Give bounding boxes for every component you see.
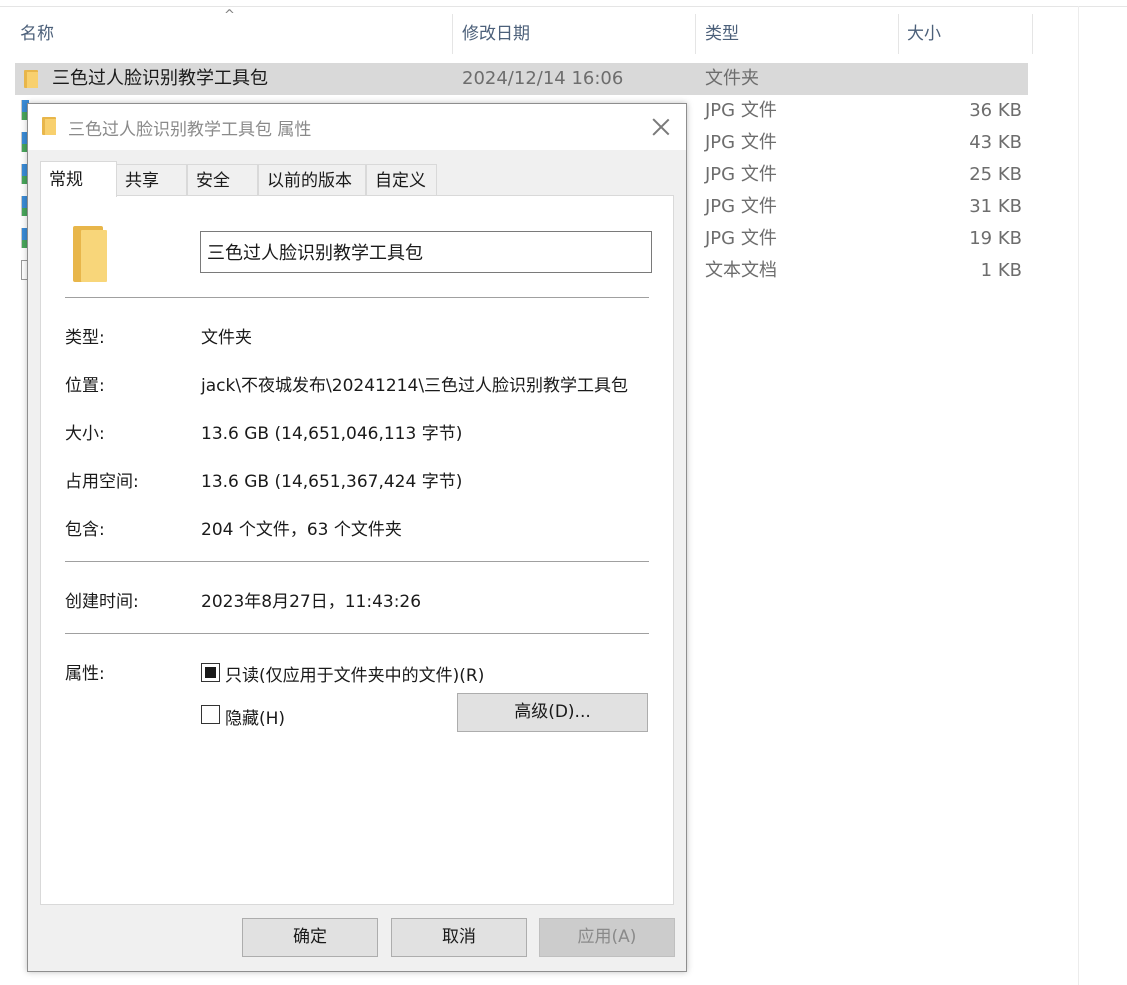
location-value: jack\不夜城发布\20241214\三色过人脸识别教学工具包 [201, 376, 629, 396]
properties-dialog: 三色过人脸识别教学工具包 属性 常规 共享 安全 以前的版本 自定义 类型: 文… [27, 103, 687, 972]
file-modified: 2024/12/14 16:06 [462, 68, 624, 89]
file-type: 文件夹 [705, 68, 759, 89]
file-type: JPG 文件 [705, 228, 777, 249]
apply-button[interactable]: 应用(A) [539, 918, 675, 957]
tab-customize[interactable]: 自定义 [366, 164, 437, 196]
hidden-checkbox[interactable] [201, 705, 220, 724]
contains-label: 包含: [65, 520, 105, 540]
folder-icon [42, 117, 56, 135]
disk-size-label: 占用空间: [65, 472, 139, 492]
cancel-button[interactable]: 取消 [391, 918, 527, 957]
file-size: 25 KB [969, 164, 1022, 185]
pane-divider [1078, 6, 1079, 985]
column-separator[interactable] [1032, 14, 1033, 54]
type-value: 文件夹 [201, 328, 252, 348]
top-border [0, 6, 1127, 7]
column-separator[interactable] [695, 14, 696, 54]
contains-value: 204 个文件，63 个文件夹 [201, 520, 402, 540]
file-size: 1 KB [980, 260, 1022, 281]
attributes-label: 属性: [65, 664, 105, 684]
close-icon[interactable] [648, 114, 674, 140]
column-header-size[interactable]: 大小 [907, 14, 941, 54]
location-label: 位置: [65, 376, 105, 396]
divider [65, 297, 649, 298]
divider [65, 633, 649, 634]
file-type: JPG 文件 [705, 164, 777, 185]
general-panel: 类型: 文件夹 位置: jack\不夜城发布\20241214\三色过人脸识别教… [40, 195, 674, 905]
type-label: 类型: [65, 328, 105, 348]
tab-security[interactable]: 安全 [187, 164, 258, 196]
file-name[interactable]: 三色过人脸识别教学工具包 [52, 63, 268, 95]
created-label: 创建时间: [65, 592, 139, 612]
folder-name-input[interactable] [200, 231, 652, 273]
file-size: 36 KB [969, 100, 1022, 121]
readonly-label[interactable]: 只读(仅应用于文件夹中的文件)(R) [225, 661, 484, 686]
column-separator[interactable] [452, 14, 453, 54]
tab-previous-versions[interactable]: 以前的版本 [258, 164, 366, 196]
size-value: 13.6 GB (14,651,046,113 字节) [201, 424, 463, 444]
folder-icon [73, 226, 109, 282]
title-bar[interactable]: 三色过人脸识别教学工具包 属性 [28, 104, 686, 150]
hidden-label[interactable]: 隐藏(H) [225, 704, 285, 729]
file-type: JPG 文件 [705, 100, 777, 121]
file-type: JPG 文件 [705, 196, 777, 217]
dialog-title: 三色过人脸识别教学工具包 属性 [68, 120, 312, 140]
column-separator[interactable] [898, 14, 899, 54]
column-header-modified[interactable]: 修改日期 [462, 14, 530, 54]
divider [65, 561, 649, 562]
file-size: 31 KB [969, 196, 1022, 217]
column-header-type[interactable]: 类型 [705, 14, 739, 54]
advanced-button[interactable]: 高级(D)... [457, 693, 648, 732]
file-type: JPG 文件 [705, 132, 777, 153]
file-type: 文本文档 [705, 260, 777, 281]
readonly-checkbox[interactable] [201, 663, 220, 682]
tab-general[interactable]: 常规 [40, 161, 117, 197]
ok-button[interactable]: 确定 [242, 918, 378, 957]
file-size: 19 KB [969, 228, 1022, 249]
size-label: 大小: [65, 424, 105, 444]
tab-sharing[interactable]: 共享 [116, 164, 187, 196]
sort-ascending-icon: ^ [224, 8, 235, 23]
column-header-name[interactable]: 名称 [20, 14, 54, 54]
created-value: 2023年8月27日，11:43:26 [201, 592, 422, 612]
file-size: 43 KB [969, 132, 1022, 153]
disk-size-value: 13.6 GB (14,651,367,424 字节) [201, 472, 463, 492]
folder-icon [24, 70, 38, 88]
